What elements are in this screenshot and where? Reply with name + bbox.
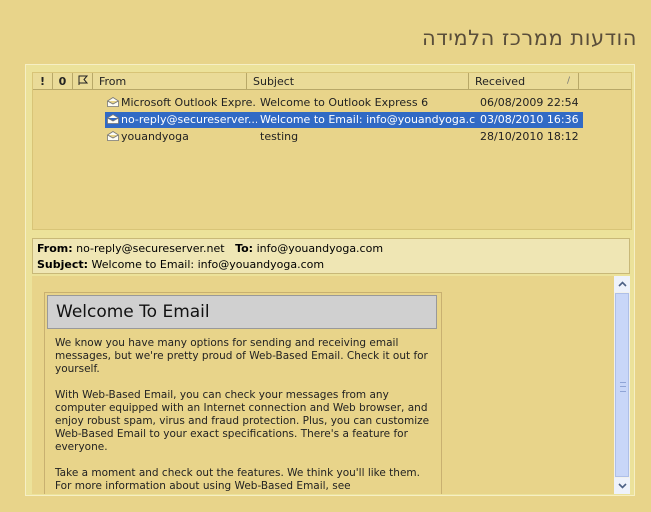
preview-subject: Welcome to Email: info@youandyoga.com — [91, 258, 325, 271]
message-title: Welcome To Email — [47, 295, 437, 329]
scroll-down-button[interactable] — [614, 478, 630, 494]
grip-icon — [620, 382, 626, 392]
priority-column-header[interactable]: ! — [33, 73, 53, 90]
received-column-header[interactable]: Received / — [469, 73, 579, 90]
list-header: ! 0 From Subject Received / — [33, 73, 631, 90]
message-received: 06/08/2009 22:54 — [480, 96, 579, 109]
message-from: no-reply@secureserver.... — [121, 113, 257, 126]
message-body-pane[interactable]: Welcome To Email We know you have many o… — [32, 276, 614, 494]
attachment-column-header[interactable]: 0 — [53, 73, 73, 90]
preview-from: no-reply@secureserver.net — [76, 242, 225, 255]
header-filler — [579, 73, 631, 90]
message-row[interactable]: Microsoft Outlook Expre... Welcome to Ou… — [105, 95, 583, 111]
chevron-down-icon — [617, 483, 627, 489]
preview-header: From: no-reply@secureserver.net To: info… — [32, 238, 630, 274]
message-received: 03/08/2010 16:36 — [480, 113, 579, 126]
scrollbar-thumb[interactable] — [615, 293, 629, 477]
subject-column-header[interactable]: Subject — [247, 73, 469, 90]
message-content-box: Welcome To Email We know you have many o… — [44, 292, 442, 494]
flag-icon — [78, 75, 88, 85]
message-from: youandyoga — [121, 130, 189, 143]
preview-to: info@youandyoga.com — [256, 242, 384, 255]
message-subject: testing — [260, 130, 299, 143]
page-title: הודעות ממרכז הלמידה — [422, 26, 637, 50]
message-row-selected[interactable]: no-reply@secureserver.... Welcome to Ema… — [105, 112, 583, 128]
open-envelope-icon — [107, 97, 119, 107]
subject-label: Subject: — [37, 258, 89, 271]
scroll-up-button[interactable] — [614, 276, 630, 292]
message-subject: Welcome to Email: info@youandyoga.com — [260, 113, 475, 126]
message-list[interactable]: ! 0 From Subject Received / Microsoft Ou… — [32, 72, 632, 230]
preview-subject-line: Subject: Welcome to Email: info@youandyo… — [37, 258, 324, 271]
message-row[interactable]: youandyoga testing 28/10/2010 18:12 — [105, 129, 583, 145]
from-label: From: — [37, 242, 73, 255]
chevron-up-icon — [617, 281, 627, 287]
to-label: To: — [235, 242, 254, 255]
sort-ascending-icon: / — [566, 76, 570, 86]
flag-column-header[interactable] — [73, 73, 93, 90]
from-column-header[interactable]: From — [93, 73, 247, 90]
message-paragraph: Take a moment and check out the features… — [55, 467, 420, 492]
message-paragraph: With Web-Based Email, you can check your… — [55, 389, 430, 453]
open-envelope-icon — [107, 114, 119, 124]
vertical-scrollbar[interactable] — [614, 276, 630, 494]
open-envelope-icon — [107, 131, 119, 141]
message-text: We know you have many options for sendin… — [55, 337, 435, 494]
message-subject: Welcome to Outlook Express 6 — [260, 96, 429, 109]
message-paragraph: We know you have many options for sendin… — [55, 337, 428, 375]
message-from: Microsoft Outlook Expre... — [121, 96, 257, 109]
preview-from-line: From: no-reply@secureserver.net To: info… — [37, 242, 383, 255]
message-received: 28/10/2010 18:12 — [480, 130, 579, 143]
received-column-label: Received — [475, 75, 526, 88]
